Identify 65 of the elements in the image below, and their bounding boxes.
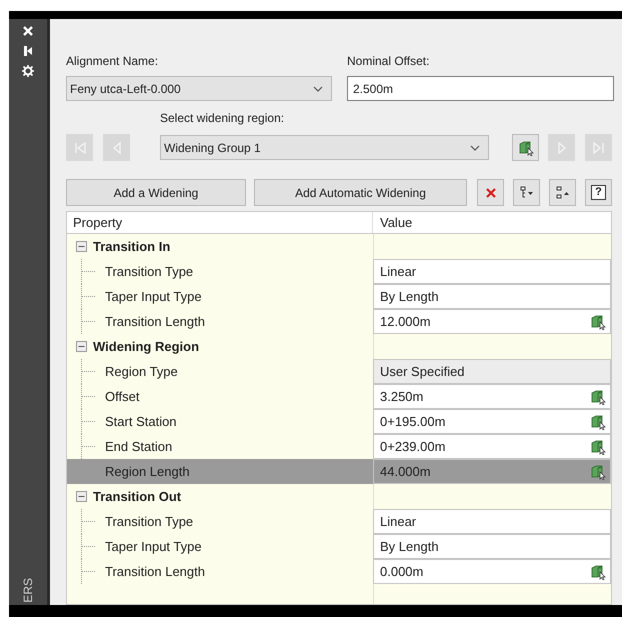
value-cell[interactable]: By Length — [373, 284, 611, 309]
group-label: Transition In — [93, 238, 170, 256]
chevron-down-icon — [313, 86, 323, 92]
property-label: Taper Input Type — [105, 538, 202, 556]
property-row[interactable]: Transition Length 0.000m — [67, 559, 611, 584]
alignment-dropdown[interactable]: Feny utca-Left-0.000 — [66, 76, 332, 101]
property-label: Transition Type — [105, 512, 194, 531]
value-cell[interactable]: 44.000m — [373, 459, 611, 484]
property-row[interactable]: Transition Type Linear — [67, 509, 611, 534]
chevron-down-icon — [470, 144, 480, 150]
expand-button[interactable] — [513, 179, 540, 206]
column-header: Value — [379, 214, 414, 232]
pick-button[interactable] — [512, 134, 539, 161]
collapse-toggle[interactable] — [76, 341, 87, 352]
property-row[interactable]: Taper Input Type By Length — [67, 284, 611, 309]
property-label: End Station — [105, 438, 172, 456]
property-label: Transition Type — [105, 262, 194, 281]
group-label: Transition Out — [93, 488, 182, 506]
help-button[interactable]: ? — [585, 179, 612, 206]
value-cell[interactable]: 3.250m — [373, 384, 611, 409]
offset-field[interactable]: 2.500m — [347, 76, 614, 101]
last-arrow-icon — [592, 140, 606, 156]
region-dropdown[interactable]: Widening Group 1 — [160, 135, 489, 160]
property-row[interactable]: Region Length 44.000m — [67, 459, 611, 484]
property-label: Transition Length — [105, 562, 205, 581]
value-cell[interactable]: 0+195.00m — [373, 409, 611, 434]
value-cell[interactable]: Linear — [373, 509, 611, 534]
value-cell[interactable]: Linear — [373, 259, 611, 284]
property-label: Start Station — [105, 412, 177, 431]
pick-icon — [518, 140, 534, 156]
property-row[interactable]: Transition Length 12.000m — [67, 309, 611, 334]
group-label: Widening Region — [93, 338, 200, 356]
value-cell[interactable]: By Length — [373, 534, 611, 559]
property-row[interactable]: Region Type User Specified — [67, 359, 611, 384]
value-cell[interactable]: 0.000m — [373, 559, 611, 584]
field-label: Nominal Offset: — [347, 53, 430, 70]
collapse-all-icon — [556, 186, 570, 200]
value-cell[interactable]: 0+239.00m — [373, 434, 611, 459]
close-icon[interactable] — [22, 25, 34, 37]
palette-title: ERS — [20, 578, 36, 603]
collapse-button[interactable] — [549, 179, 576, 206]
column-header: Property — [67, 212, 373, 233]
first-arrow-icon — [72, 140, 86, 156]
property-label: Taper Input Type — [105, 288, 202, 306]
delete-icon — [484, 186, 496, 198]
field-label: Select widening region: — [160, 110, 286, 127]
expand-all-icon — [520, 186, 534, 200]
add-automatic-widening-button[interactable]: Add Automatic Widening — [254, 179, 467, 206]
collapse-toggle[interactable] — [76, 491, 87, 502]
value-cell: User Specified — [373, 359, 611, 384]
field-label: Alignment Name: — [66, 53, 160, 70]
property-label: Region Type — [105, 362, 178, 381]
property-row[interactable]: Taper Input Type By Length — [67, 534, 611, 559]
property-row[interactable]: End Station 0+239.00m — [67, 434, 611, 459]
property-row[interactable]: Transition Type Linear — [67, 259, 611, 284]
collapse-toggle[interactable] — [76, 241, 87, 252]
value-cell[interactable]: 12.000m — [373, 309, 611, 334]
property-label: Offset — [105, 388, 140, 406]
property-row[interactable]: Start Station 0+195.00m — [67, 409, 611, 434]
gear-icon[interactable] — [22, 65, 34, 77]
add-widening-button[interactable]: Add a Widening — [66, 179, 246, 206]
property-row[interactable]: Offset 3.250m — [67, 384, 611, 409]
pin-icon[interactable] — [23, 45, 33, 57]
delete-button[interactable] — [477, 179, 504, 206]
property-label: Transition Length — [105, 312, 205, 331]
